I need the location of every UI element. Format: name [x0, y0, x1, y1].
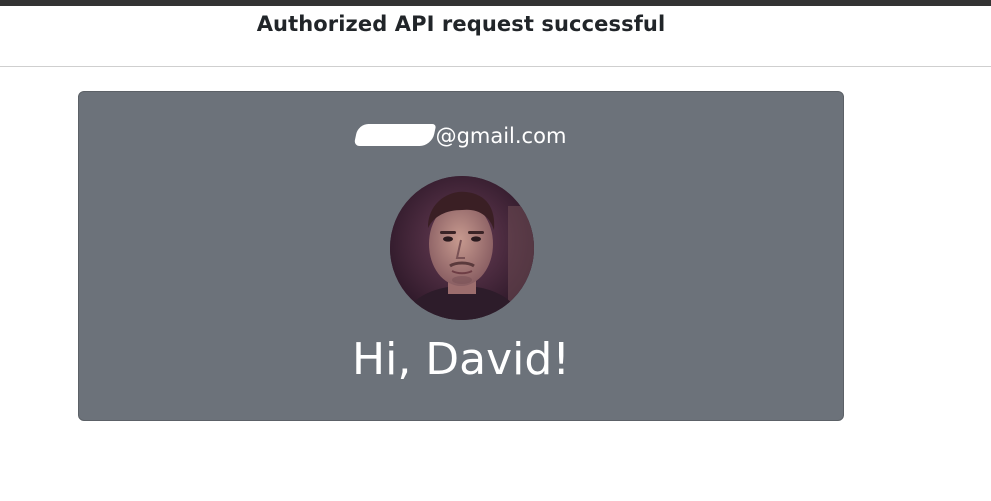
page-title: Authorized API request successful — [256, 12, 666, 36]
email-suffix: @gmail.com — [435, 124, 567, 148]
avatar — [390, 176, 534, 320]
redacted-email-mark — [353, 124, 436, 146]
avatar-photo-icon — [390, 176, 534, 320]
greeting-text: Hi, David! — [352, 334, 570, 385]
email-line: @gmail.com — [79, 124, 843, 148]
page-header: Authorized API request successful — [0, 6, 991, 67]
profile-card: @gmail.com Hi, David! — [78, 91, 844, 421]
